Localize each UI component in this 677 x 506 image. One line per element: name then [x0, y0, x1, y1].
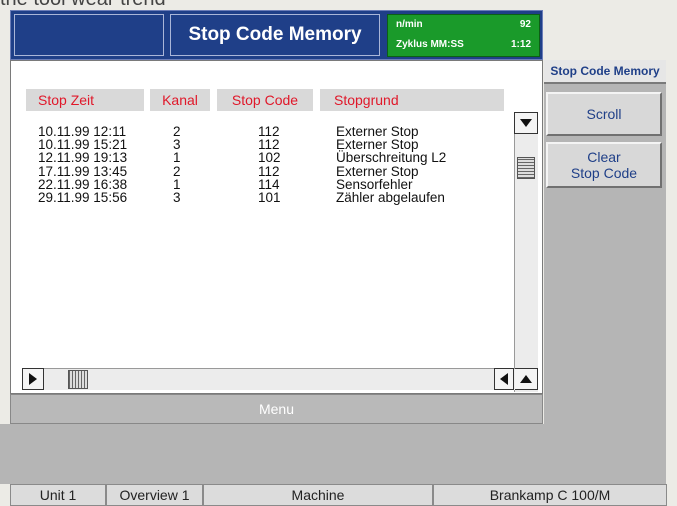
triangle-right-icon: [29, 373, 37, 385]
kanal-cell: 1: [173, 176, 181, 192]
table-row[interactable]: 10.11.99 15:21 3 112 Externer Stop: [0, 137, 500, 153]
tab-machine[interactable]: Machine: [203, 484, 433, 506]
bottom-panel: [0, 424, 544, 484]
triangle-down-icon: [520, 119, 532, 127]
clear-stop-code-button[interactable]: Clear Stop Code: [546, 142, 662, 188]
stop-zeit-cell: 17.11.99 13:45: [38, 163, 128, 179]
stop-code-cell: 112: [258, 163, 280, 179]
kanal-cell: 3: [173, 190, 181, 205]
stopgrund-cell: Sensorfehler: [336, 176, 413, 192]
stopgrund-cell: Externer Stop: [336, 163, 419, 179]
stopgrund-cell: Überschreitung L2: [336, 150, 447, 166]
stop-zeit-cell: 12.11.99 19:13: [38, 150, 128, 166]
stop-code-cell: 112: [258, 124, 280, 139]
header-left-box: [14, 14, 164, 56]
stop-code-cell: 102: [258, 150, 281, 166]
table-row[interactable]: 12.11.99 19:13 1 102 Überschreitung L2: [0, 150, 500, 166]
table-row[interactable]: 29.11.99 15:56 3 101 Zähler abgelaufen: [0, 190, 500, 205]
triangle-up-icon: [520, 375, 532, 383]
stopgrund-cell: Externer Stop: [336, 137, 419, 153]
title-bar: Stop Code Memory n/min 92 Zyklus MM:SS 1…: [10, 10, 543, 60]
table-row[interactable]: 17.11.99 13:45 2 112 Externer Stop: [0, 163, 500, 179]
stop-code-cell: 112: [258, 137, 280, 153]
vertical-scroll-thumb[interactable]: [517, 157, 535, 179]
tab-brankamp[interactable]: Brankamp C 100/M: [433, 484, 667, 506]
horizontal-scrollbar[interactable]: [22, 368, 515, 390]
scroll-up-button[interactable]: [514, 368, 538, 390]
status-tab-bar: Unit 1 Overview 1 Machine Brankamp C 100…: [0, 484, 677, 506]
column-header-kanal[interactable]: Kanal: [150, 89, 210, 111]
side-panel-title: Stop Code Memory: [544, 60, 666, 84]
stop-code-cell: 114: [258, 176, 280, 192]
kanal-cell: 3: [173, 137, 181, 153]
stop-code-cell: 101: [258, 190, 281, 205]
kanal-cell: 1: [173, 150, 181, 166]
stop-zeit-cell: 29.11.99 15:56: [38, 190, 128, 205]
clear-stop-code-line2: Stop Code: [570, 165, 638, 181]
table-row[interactable]: 22.11.99 16:38 1 114 Sensorfehler: [0, 176, 500, 192]
clear-stop-code-line1: Clear: [587, 149, 621, 165]
column-header-stop-zeit[interactable]: Stop Zeit: [26, 89, 144, 111]
kanal-cell: 2: [173, 124, 181, 139]
vertical-scrollbar[interactable]: [514, 112, 538, 392]
tab-overview-1[interactable]: Overview 1: [106, 484, 203, 506]
scroll-right-button[interactable]: [22, 368, 44, 390]
tab-unit-1[interactable]: Unit 1: [10, 484, 106, 506]
stopgrund-cell: Externer Stop: [336, 124, 419, 139]
page-title: Stop Code Memory: [170, 14, 380, 56]
column-header-stop-code[interactable]: Stop Code: [217, 89, 313, 111]
speed-value: 92: [519, 19, 531, 30]
kanal-cell: 2: [173, 163, 181, 179]
side-panel: Stop Code Memory Scroll Clear Stop Code: [544, 60, 666, 484]
machine-status-panel: n/min 92 Zyklus MM:SS 1:12: [387, 14, 540, 57]
cycle-label: Zyklus MM:SS: [396, 39, 464, 50]
triangle-left-icon: [500, 373, 508, 385]
cycle-value: 1:12: [510, 39, 531, 50]
column-header-stopgrund[interactable]: Stopgrund: [320, 89, 504, 111]
table-row[interactable]: 10.11.99 12:11 2 112 Externer Stop: [0, 124, 500, 139]
stopgrund-cell: Zähler abgelaufen: [336, 190, 445, 205]
stop-zeit-cell: 22.11.99 16:38: [38, 176, 128, 192]
stop-zeit-cell: 10.11.99 15:21: [38, 137, 128, 153]
horizontal-scroll-thumb[interactable]: [68, 370, 88, 389]
scroll-button[interactable]: Scroll: [546, 92, 662, 136]
stop-zeit-cell: 10.11.99 12:11: [38, 124, 127, 139]
menu-button[interactable]: Menu: [10, 394, 543, 424]
scroll-down-button[interactable]: [514, 112, 538, 134]
scroll-left-button[interactable]: [494, 368, 514, 390]
speed-label: n/min: [396, 19, 423, 30]
